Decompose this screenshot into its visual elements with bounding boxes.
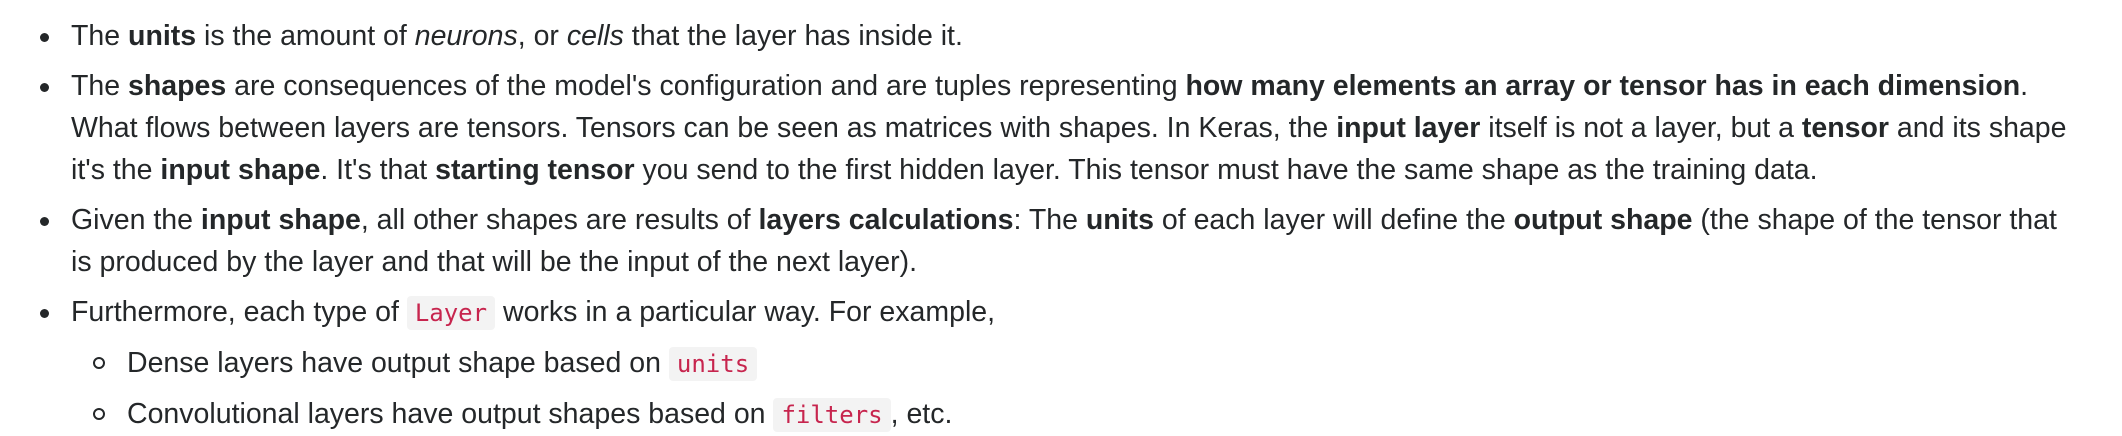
inline-code: filters — [773, 398, 891, 432]
bullet-list: The units is the amount of neurons, or c… — [30, 15, 2082, 436]
text: Furthermore, each type of — [71, 296, 407, 328]
sub-item-convolutional: Convolutional layers have output shapes … — [71, 393, 2082, 436]
bold-term: units — [1085, 204, 1154, 236]
document-body: The units is the amount of neurons, or c… — [0, 0, 2122, 436]
bold-term: starting tensor — [435, 154, 635, 186]
italic-term: neurons — [414, 20, 518, 52]
text: that the layer has inside it. — [623, 20, 963, 52]
bold-term: input layer — [1336, 112, 1481, 144]
inline-code: units — [668, 347, 758, 381]
bold-term: input shape — [160, 154, 321, 186]
bold-term: shapes — [128, 70, 227, 102]
text: Given the — [71, 204, 201, 236]
sub-item-dense: Dense layers have output shape based on … — [71, 342, 2082, 385]
bullet-item-units: The units is the amount of neurons, or c… — [30, 15, 2082, 57]
text: , all other shapes are results of — [360, 204, 759, 236]
inline-code: Layer — [406, 296, 496, 330]
text: The — [71, 70, 129, 102]
bold-term: input shape — [200, 204, 361, 236]
text: you send to the first hidden layer. This… — [634, 154, 1818, 186]
text: Dense layers have output shape based on — [127, 347, 669, 379]
italic-term: cells — [566, 20, 624, 52]
text: of each layer will define the — [1153, 204, 1514, 236]
text: . It's that — [320, 154, 436, 186]
bold-term: layers calculations — [758, 204, 1014, 236]
text: The — [71, 20, 129, 52]
bullet-item-shapes: The shapes are consequences of the model… — [30, 65, 2082, 191]
text: is the amount of — [196, 20, 415, 52]
text: , or — [517, 20, 567, 52]
bullet-item-input-shape: Given the input shape, all other shapes … — [30, 199, 2082, 283]
text: , etc. — [890, 398, 953, 430]
text: : The — [1013, 204, 1086, 236]
text: works in a particular way. For example, — [495, 296, 996, 328]
sub-bullet-list: Dense layers have output shape based on … — [71, 342, 2082, 436]
bold-term: output shape — [1513, 204, 1693, 236]
bold-term: how many elements an array or tensor has… — [1185, 70, 2021, 102]
bold-term: units — [128, 20, 197, 52]
text: itself is not a layer, but a — [1480, 112, 1802, 144]
bullet-item-layer-types: Furthermore, each type of Layer works in… — [30, 291, 2082, 436]
bold-term: tensor — [1801, 112, 1890, 144]
text: Convolutional layers have output shapes … — [127, 398, 774, 430]
text: are consequences of the model's configur… — [226, 70, 1186, 102]
